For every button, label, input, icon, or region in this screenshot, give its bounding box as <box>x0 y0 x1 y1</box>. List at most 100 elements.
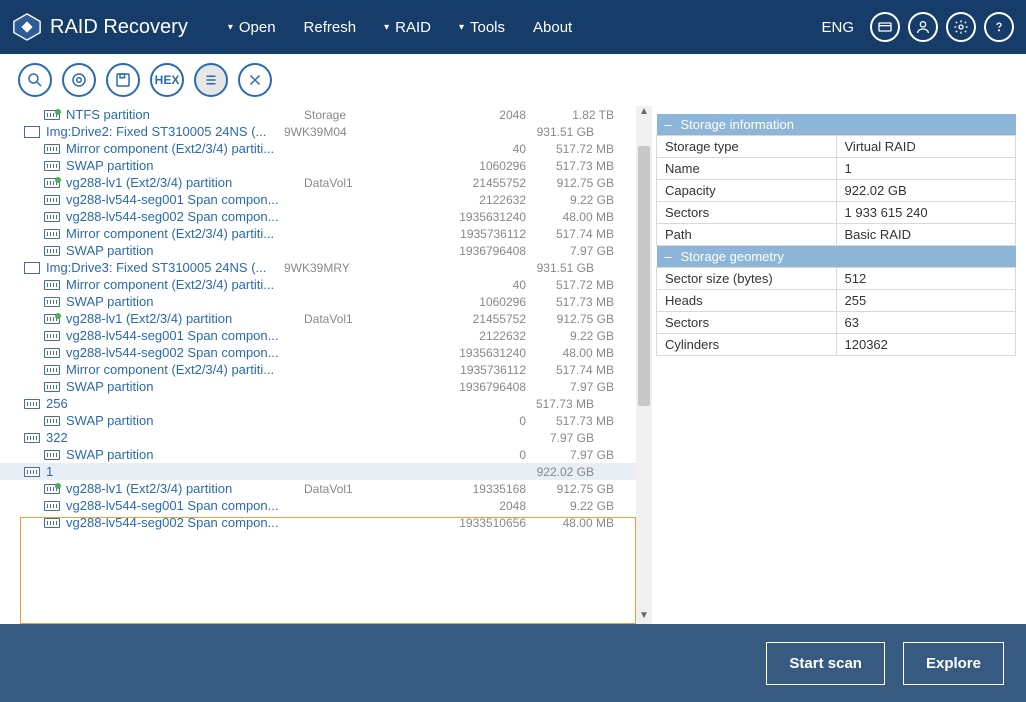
user-icon[interactable] <box>908 12 938 42</box>
item-sectors: 1935736112 <box>394 363 534 377</box>
item-name: Mirror component (Ext2/3/4) partiti... <box>66 277 274 292</box>
tree-row[interactable]: NTFS partitionStorage20481.82 TB <box>0 106 636 123</box>
tree-row[interactable]: SWAP partition07.97 GB <box>0 446 636 463</box>
device-icon <box>44 109 60 121</box>
item-name: vg288-lv544-seg001 Span compon... <box>66 328 278 343</box>
tree-row[interactable]: vg288-lv544-seg002 Span compon...1933510… <box>0 514 636 531</box>
tree-row[interactable]: 1922.02 GB <box>0 463 636 480</box>
item-sectors: 21455752 <box>394 176 534 190</box>
hex-button[interactable]: HEX <box>150 63 184 97</box>
info-key: Sectors <box>657 312 837 334</box>
item-size: 48.00 MB <box>534 210 624 224</box>
section-storage-geometry[interactable]: –Storage geometry <box>657 246 1016 268</box>
item-size: 912.75 GB <box>534 176 624 190</box>
tree-row[interactable]: SWAP partition1060296517.73 MB <box>0 293 636 310</box>
list-icon[interactable] <box>194 63 228 97</box>
info-key: Path <box>657 224 837 246</box>
device-icon <box>44 517 60 529</box>
info-key: Sectors <box>657 202 837 224</box>
tree-row[interactable]: Mirror component (Ext2/3/4) partiti...40… <box>0 140 636 157</box>
device-icon <box>24 262 40 274</box>
item-name: SWAP partition <box>66 243 153 258</box>
tree-row[interactable]: SWAP partition0517.73 MB <box>0 412 636 429</box>
info-key: Cylinders <box>657 334 837 356</box>
item-size: 1.82 TB <box>534 108 624 122</box>
item-sectors: 2122632 <box>394 329 534 343</box>
tree-row[interactable]: vg288-lv1 (Ext2/3/4) partitionDataVol121… <box>0 310 636 327</box>
tree-row[interactable]: Img:Drive2: Fixed ST310005 24NS (...9WK3… <box>0 123 636 140</box>
raid-icon[interactable] <box>62 63 96 97</box>
collapse-icon[interactable]: – <box>665 249 675 264</box>
info-row: Capacity922.02 GB <box>657 180 1016 202</box>
explore-button[interactable]: Explore <box>903 642 1004 685</box>
app-title: RAID Recovery <box>50 16 188 39</box>
caret-icon: ▾ <box>228 22 233 33</box>
close-icon[interactable] <box>238 63 272 97</box>
device-icon <box>44 313 60 325</box>
menu-tools[interactable]: ▾Tools <box>459 19 505 36</box>
top-icon-group <box>870 12 1014 42</box>
info-key: Heads <box>657 290 837 312</box>
scroll-down-icon[interactable]: ▼ <box>638 610 650 624</box>
tree-row[interactable]: vg288-lv544-seg001 Span compon...2122632… <box>0 191 636 208</box>
item-name: vg288-lv544-seg002 Span compon... <box>66 345 278 360</box>
item-name: NTFS partition <box>66 107 150 122</box>
tree-row[interactable]: 3227.97 GB <box>0 429 636 446</box>
section-storage-info[interactable]: –Storage information <box>657 114 1016 136</box>
help-icon[interactable] <box>984 12 1014 42</box>
menu-about-label: About <box>533 19 572 36</box>
scroll-up-icon[interactable]: ▲ <box>638 106 650 120</box>
tree-row[interactable]: vg288-lv1 (Ext2/3/4) partitionDataVol121… <box>0 174 636 191</box>
item-sectors: 21455752 <box>394 312 534 326</box>
info-value: 1 933 615 240 <box>836 202 1016 224</box>
item-size: 931.51 GB <box>514 125 604 139</box>
card-icon[interactable] <box>870 12 900 42</box>
item-size: 517.74 MB <box>534 227 624 241</box>
menu-raid-label: RAID <box>395 19 431 36</box>
tree-row[interactable]: 256517.73 MB <box>0 395 636 412</box>
device-icon <box>24 432 40 444</box>
item-name: vg288-lv544-seg002 Span compon... <box>66 209 278 224</box>
tree-row[interactable]: vg288-lv544-seg001 Span compon...20489.2… <box>0 497 636 514</box>
device-icon <box>44 500 60 512</box>
menu-raid[interactable]: ▾ RAID <box>384 19 431 36</box>
info-value: 922.02 GB <box>836 180 1016 202</box>
tree-row[interactable]: SWAP partition1060296517.73 MB <box>0 157 636 174</box>
info-row: Sectors63 <box>657 312 1016 334</box>
scroll-thumb[interactable] <box>638 146 650 406</box>
info-row: Sector size (bytes)512 <box>657 268 1016 290</box>
item-sectors: 1936796408 <box>394 380 534 394</box>
item-sectors: 0 <box>394 448 534 462</box>
toolbar: HEX <box>0 54 1026 106</box>
language-selector[interactable]: ENG <box>821 19 854 36</box>
info-key: Capacity <box>657 180 837 202</box>
tree-row[interactable]: Mirror component (Ext2/3/4) partiti...40… <box>0 276 636 293</box>
item-size: 517.72 MB <box>534 142 624 156</box>
scrollbar[interactable]: ▲ ▼ <box>636 106 652 624</box>
gear-icon[interactable] <box>946 12 976 42</box>
start-scan-button[interactable]: Start scan <box>766 642 885 685</box>
tree-row[interactable]: vg288-lv544-seg002 Span compon...1935631… <box>0 208 636 225</box>
info-row: Sectors1 933 615 240 <box>657 202 1016 224</box>
tree-row[interactable]: vg288-lv544-seg001 Span compon... 2122632… <box>0 327 636 344</box>
storage-tree[interactable]: NTFS partitionStorage20481.82 TBImg:Driv… <box>0 106 636 624</box>
caret-icon: ▾ <box>384 22 389 33</box>
tree-row[interactable]: vg288-lv1 (Ext2/3/4) partitionDataVol119… <box>0 480 636 497</box>
save-icon[interactable] <box>106 63 140 97</box>
item-name: SWAP partition <box>66 413 153 428</box>
device-icon <box>24 398 40 410</box>
tree-row[interactable]: Mirror component (Ext2/3/4) partiti...19… <box>0 225 636 242</box>
tree-row[interactable]: SWAP partition19367964087.97 GB <box>0 378 636 395</box>
collapse-icon[interactable]: – <box>665 117 675 132</box>
item-label: 9WK39M04 <box>284 125 374 139</box>
scan-icon[interactable] <box>18 63 52 97</box>
menu-open[interactable]: ▾Open <box>228 19 276 36</box>
tree-row[interactable]: SWAP partition19367964087.97 GB <box>0 242 636 259</box>
tree-row[interactable]: Img:Drive3: Fixed ST310005 24NS (...9WK3… <box>0 259 636 276</box>
tree-row[interactable]: vg288-lv544-seg002 Span compon...1935631… <box>0 344 636 361</box>
tree-row[interactable]: Mirror component (Ext2/3/4) partiti...19… <box>0 361 636 378</box>
device-icon <box>24 126 40 138</box>
menu-refresh[interactable]: Refresh <box>304 19 357 36</box>
item-name: SWAP partition <box>66 294 153 309</box>
menu-about[interactable]: About <box>533 19 572 36</box>
